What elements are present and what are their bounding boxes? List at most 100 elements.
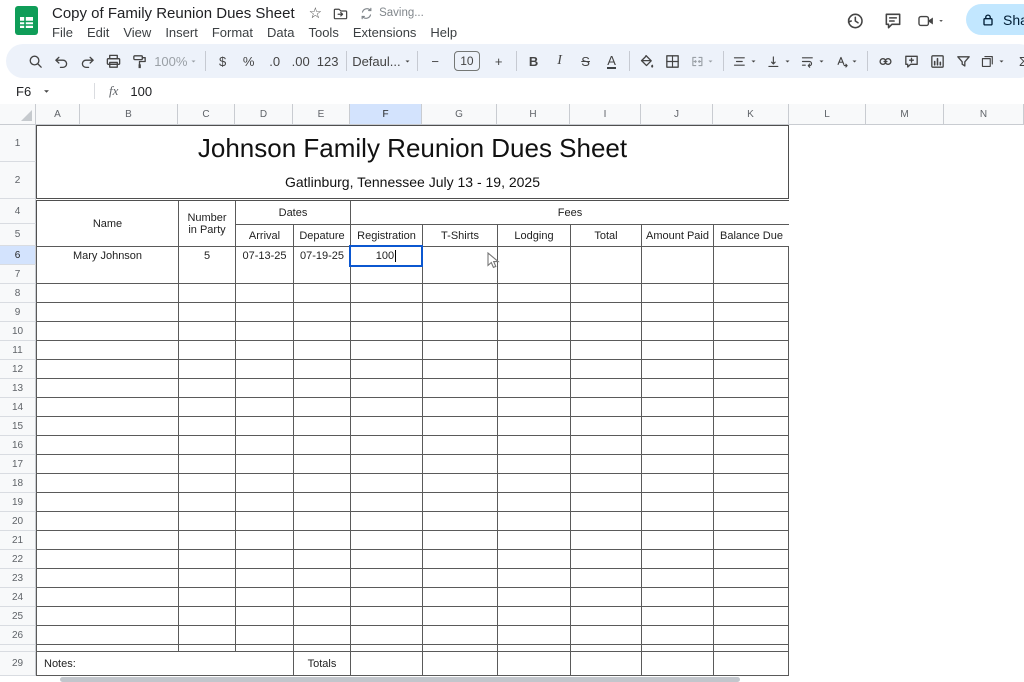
toolbar-font-size-button[interactable]: 10: [449, 48, 484, 74]
empty-cell[interactable]: [37, 626, 179, 644]
header-cell-party[interactable]: Number in Party: [179, 201, 236, 246]
document-title[interactable]: Copy of Family Reunion Dues Sheet: [52, 5, 295, 22]
empty-cell[interactable]: [714, 626, 790, 644]
empty-cell[interactable]: [423, 360, 498, 378]
empty-cell[interactable]: [294, 303, 351, 321]
empty-cell[interactable]: [714, 398, 790, 416]
column-header-a[interactable]: A: [36, 104, 80, 125]
empty-cell[interactable]: [179, 303, 236, 321]
empty-cell[interactable]: [351, 303, 423, 321]
empty-cell[interactable]: [571, 436, 642, 454]
empty-cell[interactable]: [423, 531, 498, 549]
toolbar-format-percent-button[interactable]: %: [237, 48, 261, 74]
empty-cell[interactable]: [571, 493, 642, 511]
cell-j6[interactable]: [642, 247, 714, 265]
header-cell-name[interactable]: Name: [37, 201, 179, 246]
empty-cell[interactable]: [571, 645, 642, 651]
empty-cell[interactable]: [642, 436, 714, 454]
empty-cell[interactable]: [714, 303, 790, 321]
empty-cell[interactable]: [37, 474, 179, 492]
toolbar-font-family-button[interactable]: Defaul...: [352, 48, 413, 74]
empty-cell[interactable]: [498, 436, 571, 454]
empty-cell[interactable]: [714, 265, 790, 283]
empty-cell[interactable]: [294, 493, 351, 511]
row-header-1[interactable]: 1: [0, 125, 36, 162]
toolbar-italic-button[interactable]: I: [548, 48, 572, 74]
empty-cell[interactable]: [423, 379, 498, 397]
toolbar-borders-button[interactable]: [661, 48, 685, 74]
empty-cell[interactable]: [37, 341, 179, 359]
empty-cell[interactable]: [498, 531, 571, 549]
empty-cell[interactable]: [642, 379, 714, 397]
empty-cell[interactable]: [37, 265, 179, 283]
row-header-hidden[interactable]: [0, 645, 36, 652]
row-header-24[interactable]: 24: [0, 588, 36, 607]
empty-cell[interactable]: [294, 569, 351, 587]
empty-cell[interactable]: [236, 512, 294, 530]
empty-cell[interactable]: [179, 398, 236, 416]
empty-cell[interactable]: [423, 474, 498, 492]
row-header-7[interactable]: 7: [0, 265, 36, 284]
cell-total-total[interactable]: [571, 652, 642, 675]
row-header-20[interactable]: 20: [0, 512, 36, 531]
empty-cell[interactable]: [351, 531, 423, 549]
empty-cell[interactable]: [642, 607, 714, 625]
empty-cell[interactable]: [179, 550, 236, 568]
toolbar-more-formats-button[interactable]: 123: [315, 48, 341, 74]
empty-cell[interactable]: [714, 436, 790, 454]
empty-cell[interactable]: [571, 265, 642, 283]
empty-cell[interactable]: [37, 360, 179, 378]
empty-cell[interactable]: [498, 512, 571, 530]
empty-cell[interactable]: [351, 569, 423, 587]
toolbar-merge-cells-button[interactable]: [687, 48, 719, 74]
empty-cell[interactable]: [498, 379, 571, 397]
sheet-title-cell[interactable]: Johnson Family Reunion Dues Sheet Gatlin…: [36, 125, 789, 199]
empty-cell[interactable]: [714, 588, 790, 606]
horizontal-scrollbar[interactable]: [60, 677, 740, 682]
toolbar-vertical-align-button[interactable]: [763, 48, 795, 74]
empty-cell[interactable]: [714, 417, 790, 435]
row-header-5[interactable]: 5: [0, 224, 36, 246]
column-header-m[interactable]: M: [866, 104, 944, 125]
column-header-n[interactable]: N: [944, 104, 1024, 125]
cell-party-c6[interactable]: 5: [179, 247, 236, 265]
empty-cell[interactable]: [236, 455, 294, 473]
column-header-i[interactable]: I: [570, 104, 641, 125]
empty-cell[interactable]: [179, 531, 236, 549]
empty-cell[interactable]: [642, 512, 714, 530]
toolbar-text-rotation-button[interactable]: [831, 48, 863, 74]
empty-cell[interactable]: [294, 284, 351, 302]
empty-cell[interactable]: [37, 322, 179, 340]
empty-cell[interactable]: [498, 398, 571, 416]
row-header-16[interactable]: 16: [0, 436, 36, 455]
empty-cell[interactable]: [714, 284, 790, 302]
header-cell-lodging[interactable]: Lodging: [498, 225, 571, 246]
header-cell-registration[interactable]: Registration: [351, 225, 423, 246]
empty-cell[interactable]: [642, 284, 714, 302]
column-header-j[interactable]: J: [641, 104, 713, 125]
meet-camera-icon[interactable]: [917, 7, 945, 35]
sheets-logo-icon[interactable]: [14, 5, 40, 42]
empty-cell[interactable]: [714, 645, 790, 651]
empty-cell[interactable]: [714, 512, 790, 530]
empty-cell[interactable]: [37, 284, 179, 302]
row-header-13[interactable]: 13: [0, 379, 36, 398]
empty-cell[interactable]: [351, 588, 423, 606]
empty-cell[interactable]: [294, 645, 351, 651]
toolbar-paint-format-button[interactable]: [127, 48, 151, 74]
empty-cell[interactable]: [294, 417, 351, 435]
select-all-corner[interactable]: [0, 104, 36, 125]
empty-cell[interactable]: [423, 569, 498, 587]
empty-cell[interactable]: [37, 436, 179, 454]
header-cell-tshirts[interactable]: T-Shirts: [423, 225, 498, 246]
empty-cell[interactable]: [571, 569, 642, 587]
toolbar-redo-button[interactable]: [75, 48, 99, 74]
toolbar-horizontal-align-button[interactable]: [729, 48, 761, 74]
empty-cell[interactable]: [37, 303, 179, 321]
empty-cell[interactable]: [642, 474, 714, 492]
empty-cell[interactable]: [236, 588, 294, 606]
empty-cell[interactable]: [179, 588, 236, 606]
menu-extensions[interactable]: Extensions: [346, 24, 424, 42]
toolbar-insert-chart-button[interactable]: [925, 48, 949, 74]
header-cell-departure[interactable]: Depature: [294, 225, 351, 246]
